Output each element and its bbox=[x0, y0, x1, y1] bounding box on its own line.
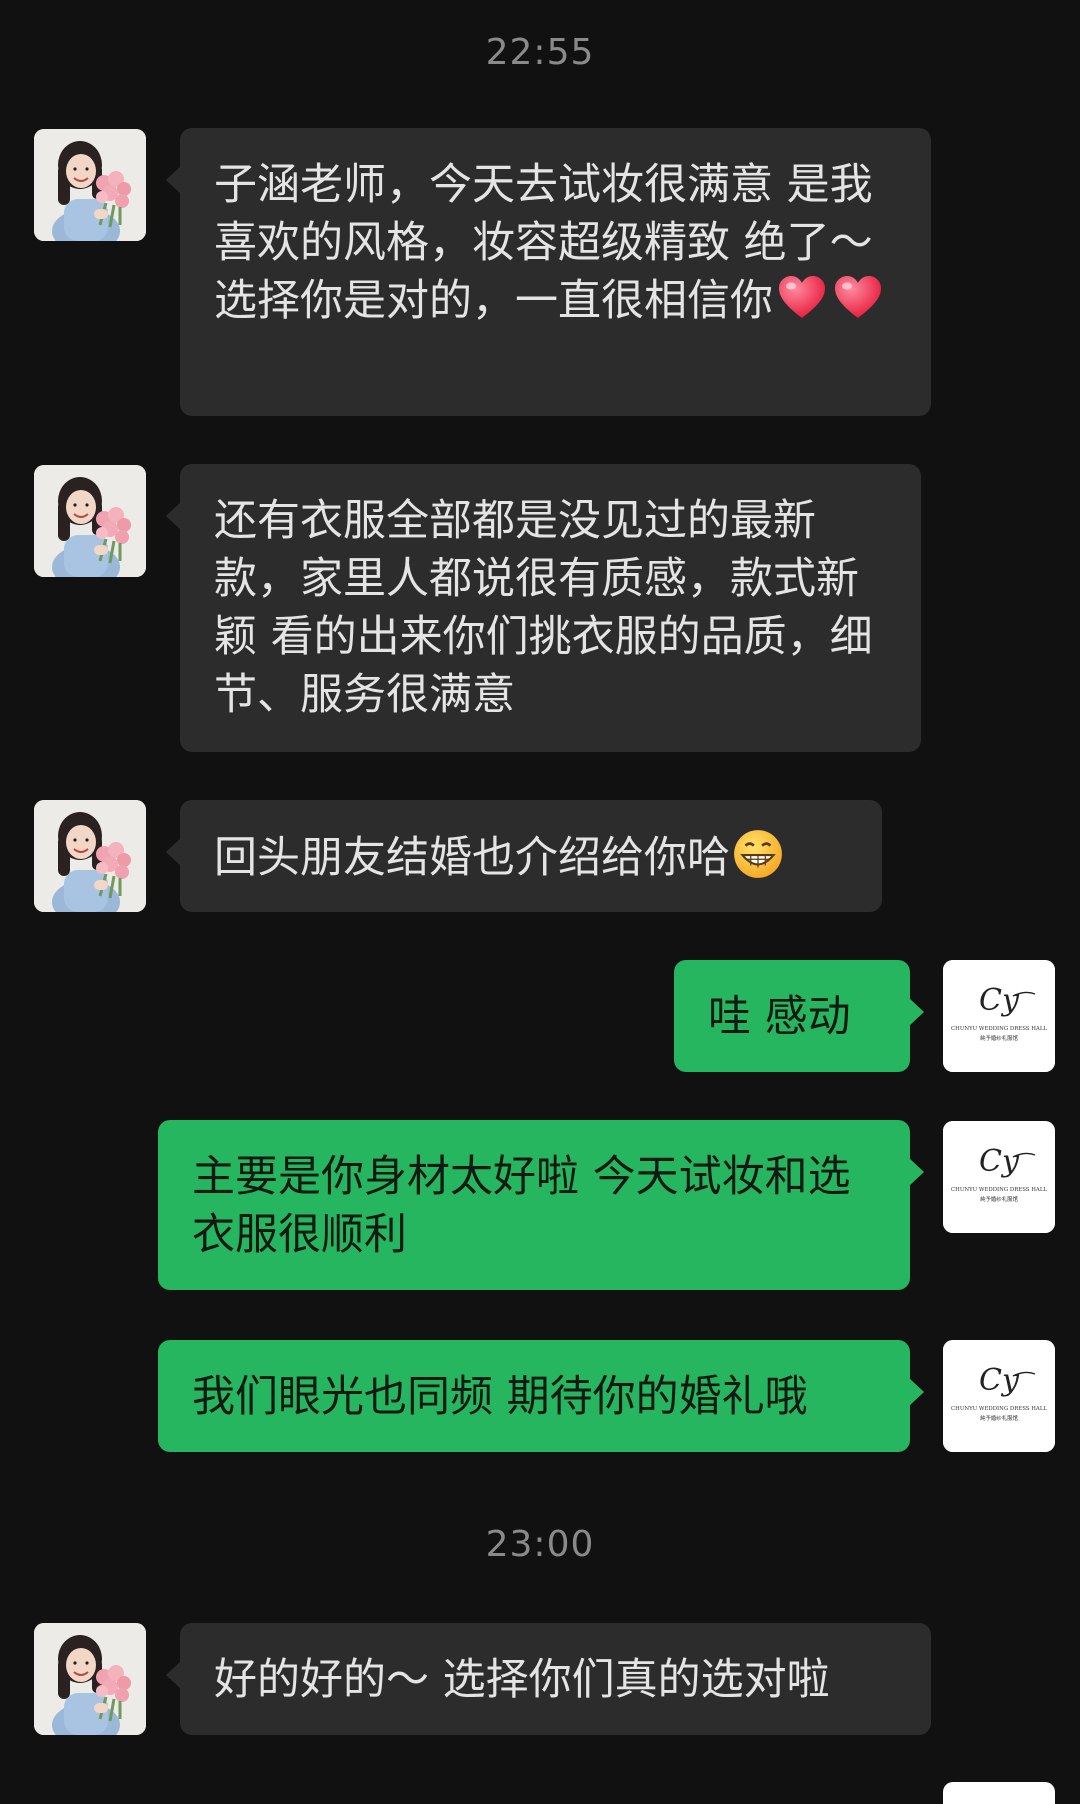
message-text: 回头朋友结婚也介绍给你哈 bbox=[214, 833, 730, 883]
incoming-message-bubble[interactable]: 子涵老师，今天去试妆很满意 是我喜欢的风格，妆容超级精致 绝了～选择你是对的，一… bbox=[166, 128, 931, 416]
shop-avatar[interactable] bbox=[943, 1340, 1055, 1452]
contact-photo-icon bbox=[34, 1623, 146, 1735]
grinning-emoji-icon bbox=[732, 828, 784, 895]
shop-avatar[interactable] bbox=[943, 1782, 1055, 1804]
contact-photo-icon bbox=[34, 800, 146, 912]
timestamp: 23:00 bbox=[485, 1524, 595, 1565]
shop-avatar[interactable] bbox=[943, 960, 1055, 1072]
shop-logo-icon bbox=[943, 1340, 1055, 1452]
outgoing-message-bubble[interactable]: 哇 感动 bbox=[674, 960, 924, 1072]
message-text: 还有衣服全部都是没见过的最新款，家里人都说很有质感，款式新颖 看的出来你们挑衣服… bbox=[214, 496, 873, 720]
contact-photo-icon bbox=[34, 129, 146, 241]
contact-avatar[interactable] bbox=[34, 800, 146, 912]
incoming-message-bubble[interactable]: 还有衣服全部都是没见过的最新款，家里人都说很有质感，款式新颖 看的出来你们挑衣服… bbox=[166, 464, 921, 752]
incoming-message-bubble[interactable]: 回头朋友结婚也介绍给你哈 bbox=[166, 800, 882, 912]
heart-emoji-icon bbox=[831, 273, 885, 338]
message-text: 我们眼光也同频 期待你的婚礼哦 bbox=[192, 1372, 808, 1422]
timestamp: 22:55 bbox=[485, 32, 595, 73]
shop-logo-icon bbox=[943, 1121, 1055, 1233]
heart-emoji-icon bbox=[775, 273, 829, 338]
outgoing-message-bubble[interactable]: 主要是你身材太好啦 今天试妆和选衣服很顺利 bbox=[158, 1120, 924, 1290]
incoming-message-bubble[interactable]: 好的好的～ 选择你们真的选对啦 bbox=[166, 1623, 931, 1735]
message-text: 主要是你身材太好啦 今天试妆和选衣服很顺利 bbox=[192, 1152, 851, 1260]
contact-photo-icon bbox=[34, 465, 146, 577]
message-text: 好的好的～ 选择你们真的选对啦 bbox=[214, 1655, 830, 1705]
shop-logo-icon bbox=[943, 960, 1055, 1072]
shop-avatar[interactable] bbox=[943, 1121, 1055, 1233]
contact-avatar[interactable] bbox=[34, 1623, 146, 1735]
message-text: 哇 感动 bbox=[708, 992, 851, 1042]
contact-avatar[interactable] bbox=[34, 465, 146, 577]
outgoing-message-bubble[interactable]: 我们眼光也同频 期待你的婚礼哦 bbox=[158, 1340, 924, 1452]
message-text: 子涵老师，今天去试妆很满意 是我喜欢的风格，妆容超级精致 绝了～选择你是对的，一… bbox=[214, 160, 873, 326]
contact-avatar[interactable] bbox=[34, 129, 146, 241]
